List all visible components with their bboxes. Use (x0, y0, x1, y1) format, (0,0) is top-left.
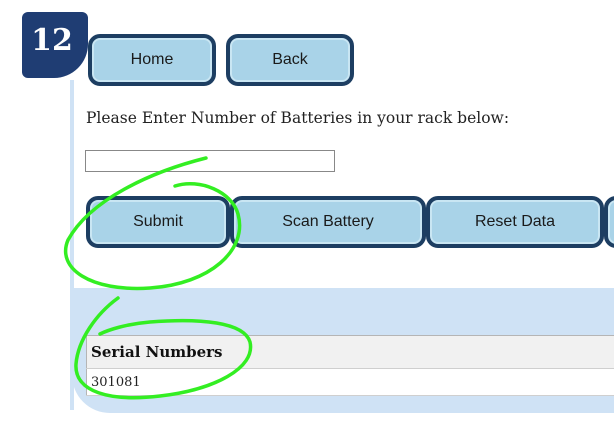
next-button-partial[interactable] (604, 196, 614, 248)
battery-count-prompt: Please Enter Number of Batteries in your… (86, 109, 510, 127)
back-button[interactable]: Back (226, 34, 354, 86)
reset-data-button[interactable]: Reset Data (426, 196, 604, 248)
table-row: 301081 (86, 368, 614, 396)
home-button[interactable]: Home (88, 34, 216, 86)
serial-number-cell: 301081 (86, 368, 614, 396)
serial-numbers-header: Serial Numbers (86, 335, 614, 369)
panel-edge (70, 80, 74, 410)
table-header-row: Serial Numbers (86, 335, 614, 369)
submit-button[interactable]: Submit (86, 196, 230, 248)
scan-battery-button[interactable]: Scan Battery (230, 196, 426, 248)
serial-numbers-table: Serial Numbers 301081 (86, 335, 614, 396)
battery-count-input[interactable] (85, 150, 335, 172)
